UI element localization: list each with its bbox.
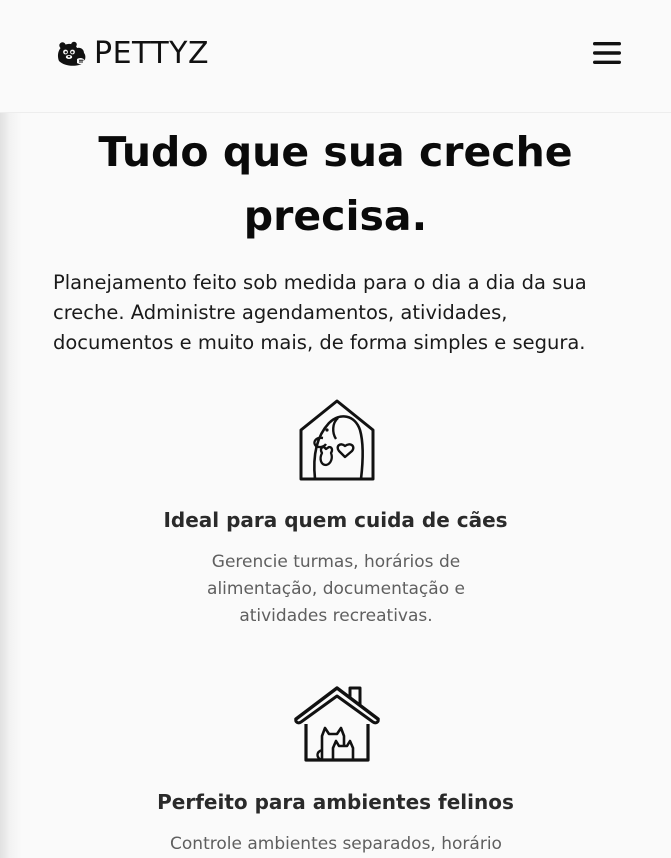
dog-cat-heart-house-icon — [299, 399, 375, 481]
feature-description-cats: Controle ambientes separados, horário — [170, 834, 502, 854]
feature-description-dogs: Gerencie turmas, horários de alimentação… — [207, 552, 465, 626]
left-edge-shadow — [0, 0, 22, 858]
logo-text: PETTYZ — [94, 36, 210, 71]
top-header: PETTYZ — [0, 0, 671, 113]
otter-logo-icon — [58, 41, 86, 66]
hero-title: Tudo que sua creche precisa. — [98, 128, 573, 240]
hamburger-menu-button[interactable] — [590, 40, 624, 66]
pettyz-logo-link[interactable]: PETTYZ — [53, 38, 209, 70]
hero-description: Planejamento feito sob medida para o dia… — [53, 271, 587, 354]
feature-title-dogs: Ideal para quem cuida de cães — [163, 508, 508, 532]
cats-house-icon — [294, 686, 380, 762]
feature-title-cats: Perfeito para ambientes felinos — [157, 790, 514, 814]
hamburger-menu-icon — [593, 42, 621, 64]
